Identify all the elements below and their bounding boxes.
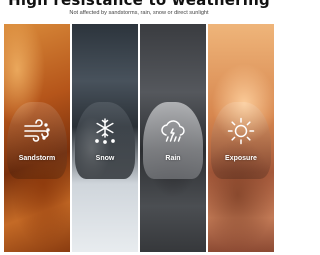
exposure-panel: Exposure [208, 24, 274, 252]
panel-label-snow: Snow [95, 155, 115, 162]
snowflake-icon [90, 116, 120, 146]
panel-label-rain: Rain [165, 155, 181, 162]
sandstorm-panel: Sandstorm [4, 24, 70, 252]
panel-label-exposure: Exposure [225, 155, 257, 162]
weather-panels: Sandstorm Snow Rain Exposure [4, 24, 274, 252]
snow-panel: Snow [72, 24, 138, 252]
rain-panel: Rain [140, 24, 206, 252]
panel-label-sandstorm: Sandstorm [18, 155, 56, 162]
page-title: High resistance to weathering [8, 0, 270, 9]
sun-icon [226, 116, 256, 146]
wind-icon [22, 116, 52, 146]
page-subtitle: Not affected by sandstorms, rain, snow o… [69, 10, 209, 16]
rain-cloud-icon [158, 116, 188, 146]
